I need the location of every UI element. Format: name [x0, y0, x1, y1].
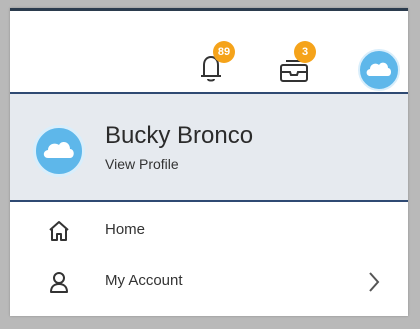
notifications-button[interactable]: 89: [196, 41, 235, 85]
profile-avatar: [33, 125, 85, 177]
inbox-button[interactable]: 3: [278, 41, 316, 85]
view-profile-link[interactable]: View Profile: [105, 156, 179, 172]
menu-item-label: Home: [105, 221, 146, 238]
menu-item-home[interactable]: Home: [10, 206, 408, 256]
menu-item-label: My Account: [105, 272, 183, 289]
menu-panel: 89 3 Bucky Bronco View Profile Home My A…: [10, 8, 408, 316]
cloud-icon: [43, 141, 74, 158]
profile-section[interactable]: Bucky Bronco View Profile: [10, 92, 408, 202]
inbox-badge: 3: [294, 41, 316, 63]
chevron-right-icon[interactable]: [367, 271, 381, 293]
top-bar: 89 3: [10, 8, 408, 92]
menu-item-my-account[interactable]: My Account: [10, 257, 408, 307]
user-avatar-button[interactable]: [358, 49, 400, 91]
home-icon: [49, 221, 69, 241]
user-icon: [50, 272, 68, 293]
cloud-icon: [366, 62, 391, 76]
notifications-badge: 89: [213, 41, 235, 63]
profile-name: Bucky Bronco: [105, 122, 254, 149]
